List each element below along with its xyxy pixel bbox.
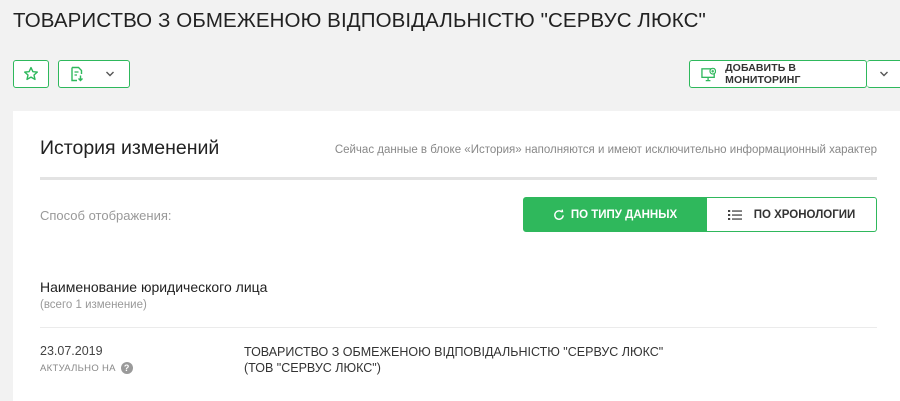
toggle-by-chronology-label: ПО ХРОНОЛОГИИ (753, 208, 856, 221)
value-line-1: ТОВАРИСТВО З ОБМЕЖЕНОЮ ВІДПОВІДАЛЬНІСТЮ … (244, 345, 664, 359)
group-title: Наименование юридического лица (40, 279, 268, 295)
change-value: ТОВАРИСТВО З ОБМЕЖЕНОЮ ВІДПОВІДАЛЬНІСТЮ … (244, 344, 663, 376)
toggle-by-data-type[interactable]: ПО ТИПУ ДАННЫХ (523, 197, 707, 232)
change-date: 23.07.2019 (40, 344, 103, 358)
chevron-down-icon (880, 71, 888, 77)
monitor-plus-icon (701, 67, 717, 81)
add-to-monitoring-button[interactable]: ДОБАВИТЬ В МОНИТОРИНГ (689, 60, 867, 88)
row-divider (40, 327, 877, 328)
section-title: История изменений (40, 137, 220, 159)
display-mode-label: Способ отображения: (40, 208, 172, 223)
help-icon[interactable]: ? (120, 362, 133, 374)
value-line-2: (ТОВ "СЕРВУС ЛЮКС") (244, 361, 381, 375)
actual-on-label: АКТУАЛЬНО НА (40, 362, 116, 374)
export-button[interactable] (58, 60, 130, 88)
list-icon (727, 209, 742, 220)
add-to-monitoring-label: ДОБАВИТЬ В МОНИТОРИНГ (725, 62, 801, 86)
actual-on: АКТУАЛЬНО НА ? (40, 362, 133, 374)
toggle-by-chronology[interactable]: ПО ХРОНОЛОГИИ (707, 197, 877, 232)
section-note: Сейчас данные в блоке «История» наполняю… (334, 144, 877, 156)
divider (40, 177, 877, 180)
chevron-down-icon (106, 71, 114, 77)
monitoring-dropdown-button[interactable] (867, 60, 900, 88)
document-export-icon (71, 66, 83, 82)
toggle-by-data-type-label: ПО ТИПУ ДАННЫХ (570, 208, 678, 221)
history-card: История изменений Сейчас данные в блоке … (13, 111, 900, 401)
favorite-button[interactable] (13, 60, 49, 88)
refresh-icon (553, 209, 564, 220)
star-icon (24, 66, 38, 81)
company-title: ТОВАРИСТВО З ОБМЕЖЕНОЮ ВІДПОВІДАЛЬНІСТЮ … (13, 9, 706, 32)
group-count: (всего 1 изменение) (40, 299, 147, 311)
